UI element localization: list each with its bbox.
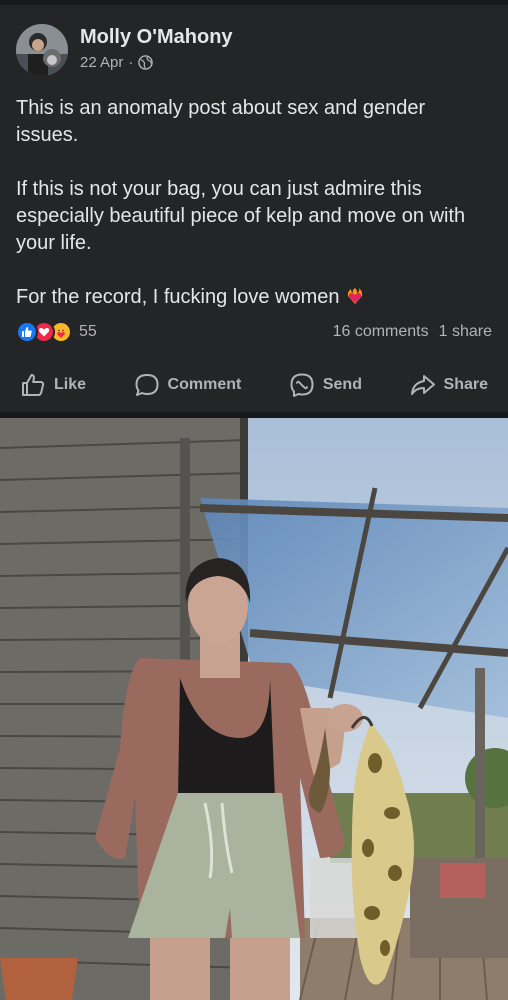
send-label: Send <box>322 376 362 393</box>
messenger-icon <box>290 373 314 397</box>
meta-separator: · <box>128 54 134 71</box>
post-photo-image <box>0 418 508 1000</box>
post-date[interactable]: 22 Apr <box>80 54 123 71</box>
author-name[interactable]: Molly O'Mahony <box>80 26 233 49</box>
reaction-count[interactable]: 55 <box>79 323 97 341</box>
burning-heart-emoji <box>348 288 363 304</box>
comment-button[interactable]: Comment <box>134 372 242 398</box>
avatar-image <box>16 24 68 76</box>
share-arrow-icon <box>410 375 435 395</box>
like-label: Like <box>54 376 87 393</box>
like-reaction-icon <box>16 321 38 343</box>
reactions-bar: 55 16 comments 1 share <box>16 318 492 346</box>
avatar[interactable] <box>16 24 68 76</box>
post-stats: 16 comments 1 share <box>333 323 492 341</box>
globe-icon[interactable] <box>138 55 154 70</box>
post-photo[interactable] <box>0 418 508 1000</box>
comment-icon <box>135 374 159 396</box>
send-button[interactable]: Send <box>289 372 362 398</box>
thumbs-up-icon <box>22 374 45 396</box>
post-paragraph-last: For the record, I fucking love women <box>16 284 492 311</box>
post-paragraph: If this is not your bag, you can just ad… <box>16 178 466 254</box>
reaction-icons[interactable] <box>16 321 72 343</box>
like-button[interactable]: Like <box>20 372 86 398</box>
post-header: Molly O'Mahony 22 Apr · <box>16 22 492 78</box>
share-label: Share <box>443 376 488 393</box>
shares-count[interactable]: 1 share <box>439 323 492 341</box>
post-meta: 22 Apr · <box>80 54 154 71</box>
share-button[interactable]: Share <box>410 372 488 398</box>
post-paragraph: This is an anomaly post about sex and ge… <box>16 97 426 146</box>
action-bar: Like Comment Send Share <box>0 362 508 408</box>
post-body: This is an anomaly post about sex and ge… <box>16 95 492 311</box>
comment-label: Comment <box>167 376 242 393</box>
comments-count[interactable]: 16 comments <box>333 323 429 341</box>
top-bar <box>0 0 508 5</box>
post-paragraph-text: For the record, I fucking love women <box>16 286 340 308</box>
